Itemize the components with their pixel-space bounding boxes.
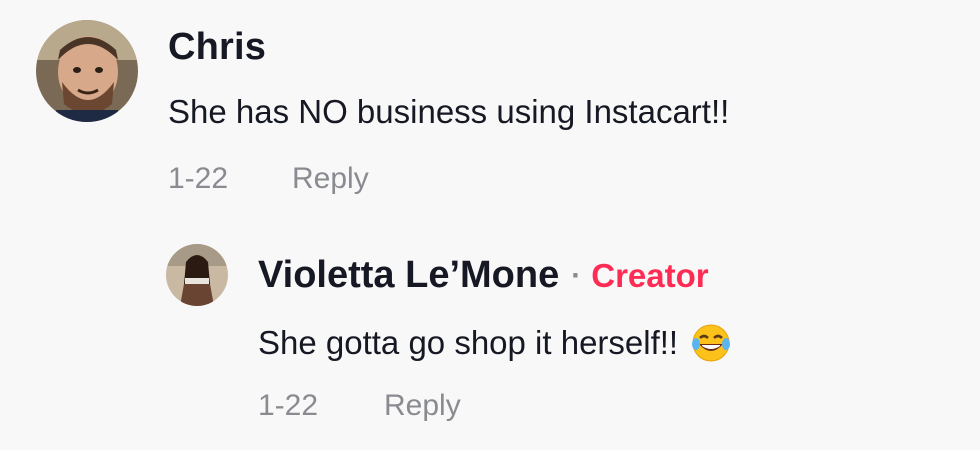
reply-text-row: She gotta go shop it herself!! <box>258 322 732 364</box>
reply-date: 1-22 <box>258 389 319 422</box>
comment-author[interactable]: Chris <box>168 26 266 69</box>
comment-date: 1-22 <box>168 162 229 195</box>
reply-button[interactable]: Reply <box>292 162 369 196</box>
creator-badge: Creator <box>591 256 709 294</box>
separator-dot: · <box>571 258 582 292</box>
comment-text: She has NO business using Instacart!! <box>168 93 730 130</box>
avatar-chris[interactable] <box>36 20 138 122</box>
reply-to-reply-button[interactable]: Reply <box>384 389 461 423</box>
avatar-violetta[interactable] <box>166 244 228 306</box>
laughing-crying-emoji-icon <box>690 322 732 364</box>
reply-text: She gotta go shop it herself!! <box>258 324 679 361</box>
reply-author[interactable]: Violetta Le’Mone <box>258 254 559 297</box>
